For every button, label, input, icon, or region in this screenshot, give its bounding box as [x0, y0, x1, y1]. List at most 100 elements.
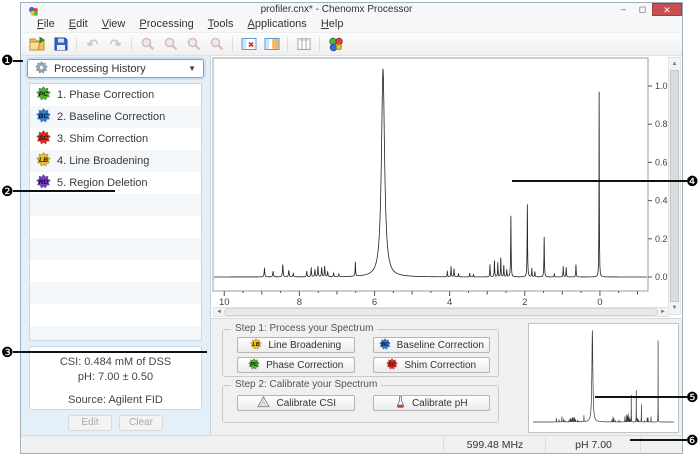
svg-text:PC: PC — [250, 361, 258, 367]
flask-icon — [395, 395, 406, 412]
sidebar: Processing History ▼ PC 1. Phase Correcti… — [21, 56, 211, 435]
scroll-up-icon[interactable]: ▲ — [669, 58, 680, 70]
svg-text:SC: SC — [39, 135, 49, 142]
svg-text:LB: LB — [253, 341, 260, 347]
svg-text:BC: BC — [381, 341, 389, 347]
pc-gear-icon: PC — [36, 86, 51, 104]
menu-item-edit[interactable]: Edit — [62, 17, 95, 31]
toolbar-separator — [131, 37, 132, 52]
callout-5-line — [595, 396, 687, 398]
main-area: 10864200.00.20.40.60.81.0 ▲ ▼ ◄ ► — [211, 56, 682, 435]
magnifier-tool-3-icon — [183, 35, 204, 54]
svg-text:SC: SC — [389, 361, 397, 367]
thumbnail-spectrum — [529, 324, 678, 432]
undo-icon: ↶ — [82, 35, 103, 54]
svg-text:RD: RD — [39, 179, 49, 186]
tool-bar: ↶↷ — [21, 33, 682, 56]
ph-value: pH: 7.00 ± 0.50 — [30, 370, 201, 385]
horizontal-scrollbar[interactable]: ◄ ► — [213, 307, 669, 317]
open-icon[interactable] — [27, 35, 48, 54]
spectrum-thumbnail[interactable] — [528, 323, 679, 433]
clear-button[interactable]: Clear — [119, 415, 163, 431]
sample-info-box: CSI: 0.484 mM of DSS pH: 7.00 ± 0.50 Sou… — [29, 346, 202, 410]
history-empty-row — [30, 260, 201, 282]
shim-correction-button[interactable]: SC Shim Correction — [373, 357, 491, 373]
redo-icon: ↷ — [105, 35, 126, 54]
close-view-icon[interactable] — [238, 35, 259, 54]
callout-5: ❺ — [686, 391, 699, 404]
menu-item-processing[interactable]: Processing — [132, 17, 200, 31]
minimize-button[interactable]: – — [614, 3, 633, 16]
app-icon — [28, 4, 39, 15]
status-frequency: 599.48 MHz — [443, 437, 546, 452]
scroll-down-icon[interactable]: ▼ — [669, 302, 680, 314]
step1-groupbox: Step 1: Process your Spectrum LBLine Bro… — [222, 329, 499, 377]
svg-text:0.6: 0.6 — [655, 157, 668, 167]
split-view-icon[interactable] — [261, 35, 282, 54]
step1-title: Step 1: Process your Spectrum — [231, 323, 377, 334]
vertical-scrollbar[interactable]: ▲ ▼ — [668, 57, 681, 315]
history-empty-row — [30, 216, 201, 238]
horizontal-scroll-thumb[interactable] — [224, 308, 658, 316]
callout-4: ❹ — [686, 175, 699, 188]
lb-gear-icon: LB — [36, 152, 51, 170]
calibrate-ph-button[interactable]: Calibrate pH — [373, 395, 491, 411]
processing-history-dropdown[interactable]: Processing History ▼ — [27, 59, 204, 78]
bottom-panels: Step 1: Process your Spectrum LBLine Bro… — [211, 318, 682, 435]
save-icon[interactable] — [50, 35, 71, 54]
history-item-4[interactable]: LB4. Line Broadening — [30, 150, 201, 172]
csi-value: CSI: 0.484 mM of DSS — [30, 355, 201, 370]
molecule-icon[interactable] — [325, 35, 346, 54]
history-item-2[interactable]: BC2. Baseline Correction — [30, 106, 201, 128]
button-label: Phase Correction — [266, 360, 343, 371]
chevron-down-icon: ▼ — [188, 64, 196, 73]
maximize-button[interactable]: ◻ — [633, 3, 652, 16]
menu-item-applications[interactable]: Applications — [240, 17, 313, 31]
callout-3: ❸ — [1, 346, 14, 359]
processing-history-list: PC 1. Phase Correction BC2. Baseline Corre… — [29, 83, 202, 341]
spectrum-plot-panel[interactable]: 10864200.00.20.40.60.81.0 ▲ ▼ ◄ ► — [211, 56, 682, 318]
callout-2: ❷ — [1, 185, 14, 198]
toolbar-separator — [319, 37, 320, 52]
svg-text:LB: LB — [39, 157, 48, 164]
baseline-correction-button[interactable]: BCBaseline Correction — [373, 337, 491, 353]
status-bar: 599.48 MHz pH 7.00 — [21, 435, 682, 453]
svg-text:1.0: 1.0 — [655, 81, 668, 91]
calibrate-csi-button[interactable]: Calibrate CSI — [237, 395, 355, 411]
history-empty-row — [30, 238, 201, 260]
step2-title: Step 2: Calibrate your Spectrum — [231, 379, 381, 390]
history-item-3[interactable]: SC3. Shim Correction — [30, 128, 201, 150]
history-empty-row — [30, 282, 201, 304]
menu-item-help[interactable]: Help — [314, 17, 351, 31]
scroll-right-icon[interactable]: ► — [658, 308, 668, 316]
magnifier-tool-4-icon — [206, 35, 227, 54]
callout-1: ❶ — [1, 54, 14, 67]
svg-text:PC: PC — [39, 91, 49, 98]
callout-1-line — [13, 60, 23, 62]
close-button[interactable]: ✕ — [652, 3, 682, 16]
history-item-label: 5. Region Deletion — [57, 177, 148, 189]
spectrum-plot[interactable]: 10864200.00.20.40.60.81.0 — [211, 56, 684, 318]
app-window: profiler.cnx* - Chenomx Processor – ◻ ✕ … — [20, 2, 683, 454]
processing-history-label: Processing History — [54, 63, 146, 75]
columns-icon[interactable] — [293, 35, 314, 54]
scroll-left-icon[interactable]: ◄ — [214, 308, 224, 316]
line-broadening-button[interactable]: LBLine Broadening — [237, 337, 355, 353]
svg-text:0.8: 0.8 — [655, 119, 668, 129]
history-item-1[interactable]: PC 1. Phase Correction — [30, 84, 201, 106]
toolbar-separator — [232, 37, 233, 52]
title-bar[interactable]: profiler.cnx* - Chenomx Processor – ◻ ✕ — [21, 3, 682, 16]
menu-item-view[interactable]: View — [95, 17, 133, 31]
history-item-label: 1. Phase Correction — [57, 89, 154, 101]
callout-6-line — [630, 439, 687, 441]
menu-item-file[interactable]: File — [30, 17, 62, 31]
edit-button[interactable]: Edit — [68, 415, 112, 431]
screenshot-canvas: profiler.cnx* - Chenomx Processor – ◻ ✕ … — [0, 0, 700, 457]
menu-item-tools[interactable]: Tools — [201, 17, 241, 31]
button-label: Shim Correction — [404, 360, 476, 371]
svg-text:0.4: 0.4 — [655, 196, 668, 206]
vertical-scroll-thumb[interactable] — [670, 70, 679, 302]
magnifier-tool-2-icon — [160, 35, 181, 54]
phase-correction-button[interactable]: PC Phase Correction — [237, 357, 355, 373]
lb-gear-icon: LB — [250, 338, 262, 353]
